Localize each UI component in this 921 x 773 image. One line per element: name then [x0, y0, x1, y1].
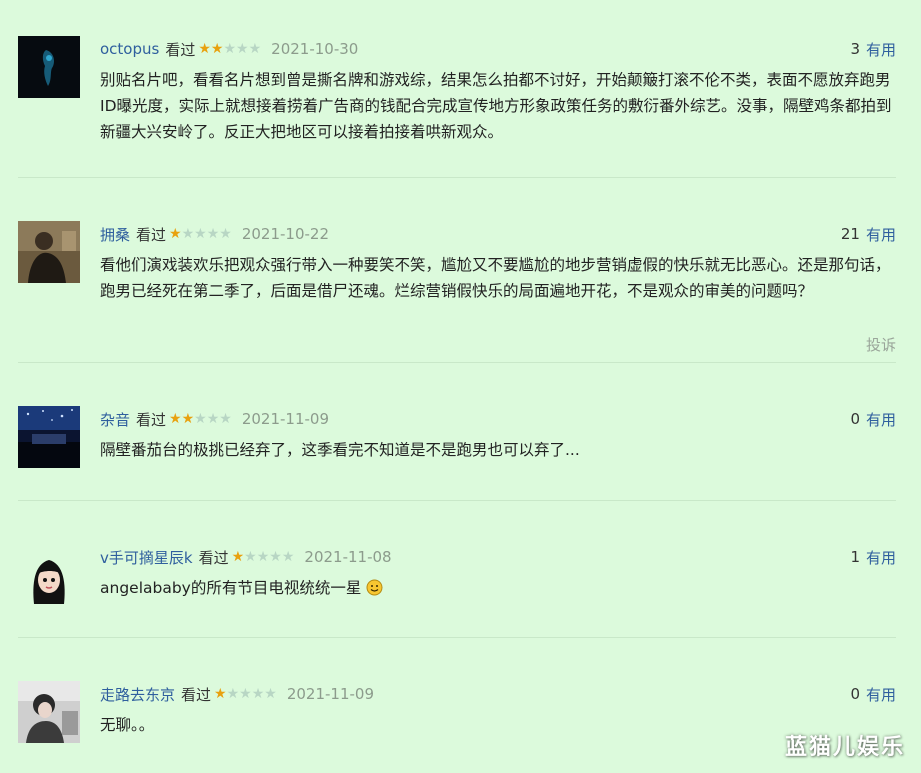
review-meta: 杂音 看过 ★ ★ ★ ★ ★ 2021-11-09	[100, 408, 329, 430]
star-icon: ★	[194, 226, 207, 242]
avatar[interactable]	[18, 544, 80, 606]
star-icon: ★	[244, 549, 257, 565]
useful-button[interactable]: 有用	[866, 684, 896, 705]
useful-count: 0	[850, 685, 860, 703]
useful-vote: 3 有用	[850, 38, 896, 60]
review-text: 无聊。。	[100, 716, 155, 734]
review-text: 别贴名片吧，看看名片想到曾是撕名牌和游戏综，结果怎么拍都不讨好，开始颠簸打滚不伦…	[100, 71, 892, 141]
star-icon: ★	[256, 549, 270, 565]
username-link[interactable]: 拥桑	[100, 224, 130, 245]
watermark: 蓝猫儿娱乐	[784, 735, 905, 760]
useful-button[interactable]: 有用	[866, 224, 896, 245]
report-button[interactable]: 投诉	[866, 334, 896, 355]
rating-stars: ★ ★ ★ ★ ★	[198, 42, 261, 56]
star-icon: ★	[210, 41, 224, 57]
star-icon: ★	[219, 226, 232, 242]
star-icon: ★	[269, 549, 282, 565]
watch-status: 看过	[181, 685, 212, 704]
watch-status: 看过	[136, 410, 167, 429]
avatar[interactable]	[18, 221, 80, 283]
review-item: v手可摘星辰k 看过 ★ ★ ★ ★ ★ 2021-11-08 1 有用 angelab…	[18, 544, 896, 638]
review-meta: 走路去东京 看过 ★ ★ ★ ★ ★ 2021-11-09	[100, 683, 374, 705]
useful-vote: 0 有用	[850, 683, 896, 705]
star-icon: ★	[214, 686, 227, 702]
star-icon: ★	[248, 41, 262, 57]
username-link[interactable]: octopus	[100, 40, 159, 58]
useful-vote: 21 有用	[841, 223, 896, 245]
star-icon: ★	[264, 686, 277, 702]
rating-stars: ★ ★ ★ ★ ★	[214, 687, 277, 701]
username-link[interactable]: 走路去东京	[100, 684, 175, 705]
watch-status: 看过	[198, 548, 229, 567]
star-icon: ★	[239, 686, 252, 702]
useful-vote: 0 有用	[850, 408, 896, 430]
review-item: 拥桑 看过 ★ ★ ★ ★ ★ 2021-10-22 21 有用 看他们演戏装欢乐把观众…	[18, 221, 896, 363]
review-text-content: angelababy的所有节目电视统统一星	[100, 579, 362, 597]
review-date: 2021-10-30	[271, 40, 359, 58]
star-icon: ★	[181, 411, 195, 427]
review-date: 2021-11-09	[241, 410, 330, 428]
useful-button[interactable]: 有用	[866, 39, 896, 60]
useful-count: 3	[850, 40, 860, 58]
review-date: 2021-11-09	[286, 685, 375, 703]
review-meta: octopus 看过 ★ ★ ★ ★ ★ 2021-10-30	[100, 38, 358, 60]
star-icon: ★	[236, 41, 249, 57]
useful-vote: 1 有用	[850, 546, 896, 568]
username-link[interactable]: v手可摘星辰k	[100, 547, 193, 568]
review-date: 2021-10-22	[241, 225, 330, 243]
useful-count: 21	[840, 225, 860, 243]
star-icon: ★	[231, 549, 245, 565]
useful-count: 0	[850, 410, 860, 428]
star-icon: ★	[169, 411, 182, 427]
star-icon: ★	[219, 411, 232, 427]
star-icon: ★	[223, 41, 237, 57]
rating-stars: ★ ★ ★ ★ ★	[232, 550, 295, 564]
review-meta: v手可摘星辰k 看过 ★ ★ ★ ★ ★ 2021-11-08	[100, 546, 392, 568]
username-link[interactable]: 杂音	[100, 409, 130, 430]
useful-button[interactable]: 有用	[866, 547, 896, 568]
rating-stars: ★ ★ ★ ★ ★	[169, 227, 232, 241]
review-text: angelababy的所有节目电视统统一星	[100, 575, 898, 601]
star-icon: ★	[169, 226, 182, 242]
review-meta: 拥桑 看过 ★ ★ ★ ★ ★ 2021-10-22	[100, 223, 329, 245]
watch-status: 看过	[136, 225, 167, 244]
review-item: 走路去东京 看过 ★ ★ ★ ★ ★ 2021-11-09 0 有用 无聊。。	[18, 681, 896, 751]
useful-button[interactable]: 有用	[866, 409, 896, 430]
divider	[18, 362, 896, 363]
star-icon: ★	[281, 549, 295, 565]
avatar[interactable]	[18, 36, 80, 98]
star-icon: ★	[206, 226, 220, 242]
avatar[interactable]	[18, 681, 80, 743]
divider	[18, 637, 896, 638]
review-item: octopus 看过 ★ ★ ★ ★ ★ 2021-10-30 3 有用 别贴名片吧，看…	[18, 36, 896, 178]
star-icon: ★	[198, 41, 211, 57]
watch-status: 看过	[165, 40, 196, 59]
review-item: 杂音 看过 ★ ★ ★ ★ ★ 2021-11-09 0 有用 隔壁番茄台的极挑已经弃了…	[18, 406, 896, 501]
divider	[18, 500, 896, 501]
review-text: 隔壁番茄台的极挑已经弃了，这季看完不知道是不是跑男也可以弃了...	[100, 441, 580, 459]
star-icon: ★	[251, 686, 265, 702]
divider	[18, 177, 896, 178]
star-icon: ★	[226, 686, 240, 702]
useful-count: 1	[850, 548, 860, 566]
smiley-icon	[366, 578, 383, 596]
review-text: 看他们演戏装欢乐把观众强行带入一种要笑不笑，尴尬又不要尴尬的地步营销虚假的快乐就…	[100, 256, 891, 300]
star-icon: ★	[181, 226, 195, 242]
star-icon: ★	[194, 411, 207, 427]
avatar[interactable]	[18, 406, 80, 468]
star-icon: ★	[206, 411, 220, 427]
rating-stars: ★ ★ ★ ★ ★	[169, 412, 232, 426]
review-date: 2021-11-08	[304, 548, 392, 566]
